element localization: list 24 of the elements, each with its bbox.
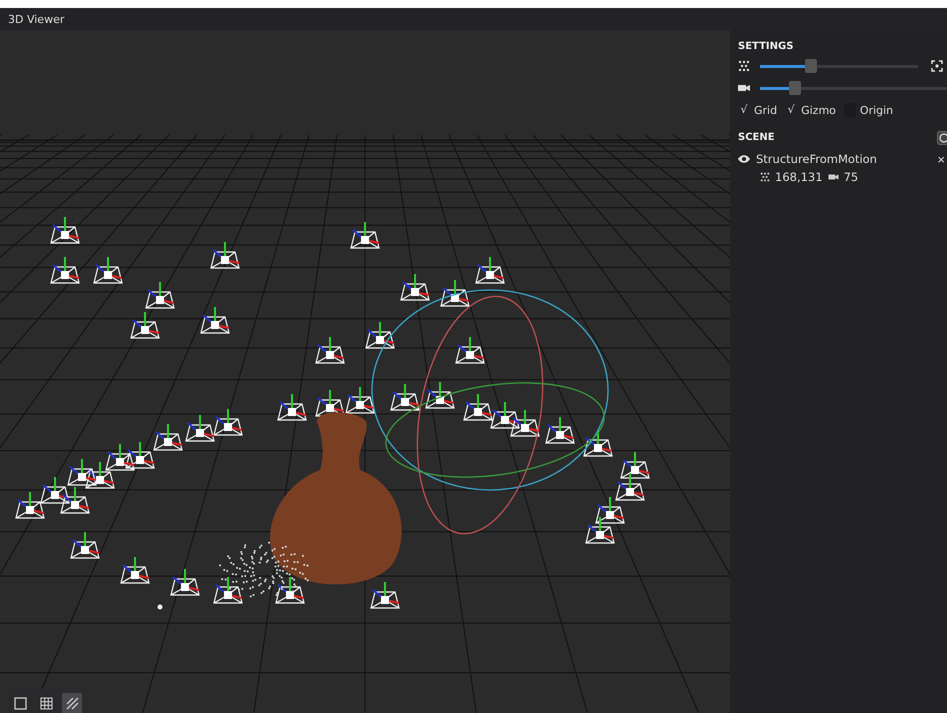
grid-icon bbox=[40, 696, 52, 710]
section-title: SCENE bbox=[738, 131, 775, 145]
hatch-icon bbox=[66, 696, 78, 710]
camera-icon bbox=[828, 172, 839, 182]
slider-handle[interactable] bbox=[789, 81, 802, 95]
toggle-button[interactable]: √ Gizmo bbox=[785, 101, 840, 119]
textured-mode-button[interactable] bbox=[62, 693, 82, 713]
camera-icon bbox=[738, 82, 750, 94]
camera-count: 75 bbox=[844, 170, 858, 184]
square-icon bbox=[14, 696, 26, 710]
section-title: SETTINGS bbox=[738, 40, 794, 54]
point-count: 168,131 bbox=[775, 170, 823, 184]
slider-handle[interactable] bbox=[804, 59, 817, 73]
focus-icon[interactable] bbox=[931, 60, 943, 72]
points-icon bbox=[760, 172, 770, 182]
toggle-button[interactable]: √ Grid bbox=[738, 101, 782, 119]
remove-button[interactable]: × bbox=[935, 152, 947, 166]
toggle-button[interactable]: Origin bbox=[844, 101, 898, 119]
slider[interactable] bbox=[760, 59, 918, 73]
window-title: 3D Viewer bbox=[8, 12, 64, 26]
points-icon bbox=[738, 60, 750, 72]
slider[interactable] bbox=[760, 81, 947, 95]
scene-item-name[interactable]: StructureFromMotion bbox=[756, 152, 930, 166]
eye-icon[interactable] bbox=[738, 154, 750, 164]
